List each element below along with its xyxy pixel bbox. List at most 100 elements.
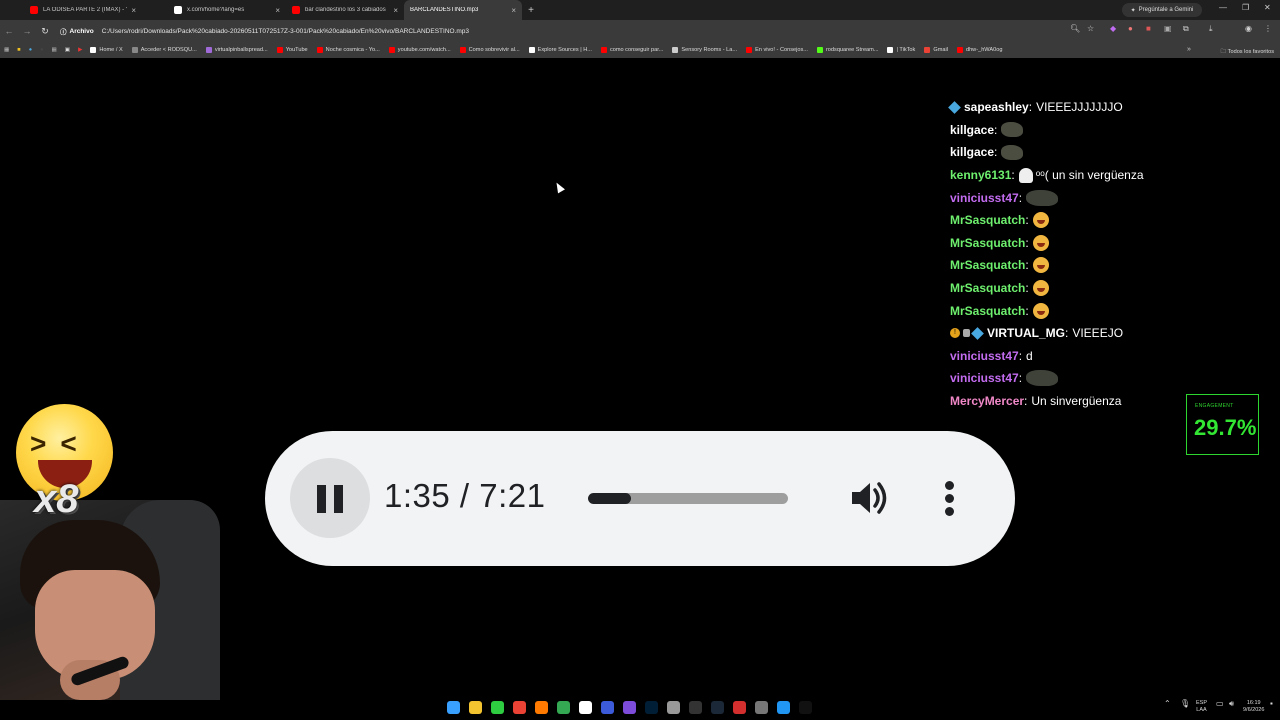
window-close-icon[interactable]: ✕: [1264, 3, 1271, 12]
reload-icon[interactable]: ↻: [36, 26, 54, 37]
bookmark-icon[interactable]: ▶: [78, 47, 82, 53]
white-app-icon[interactable]: [579, 701, 592, 714]
bookmark-icon[interactable]: ●: [29, 47, 32, 53]
chat-username[interactable]: MrSasquatch: [950, 213, 1025, 227]
chat-username[interactable]: MrSasquatch: [950, 236, 1025, 250]
chat-username[interactable]: killgace: [950, 123, 994, 137]
forward-icon[interactable]: →: [18, 26, 36, 36]
chat-username[interactable]: MercyMercer: [950, 394, 1024, 408]
chat-username[interactable]: viniciusst47: [950, 349, 1019, 363]
chat-message: killgace:: [950, 119, 1270, 142]
pause-button[interactable]: [290, 458, 370, 538]
bookmark-item[interactable]: Home / X: [90, 47, 123, 53]
minimize-icon[interactable]: —: [1219, 3, 1227, 12]
chevron-right-icon[interactable]: »: [1187, 46, 1191, 53]
chat-username[interactable]: MrSasquatch: [950, 281, 1025, 295]
obs-icon[interactable]: [689, 701, 702, 714]
chat-username[interactable]: viniciusst47: [950, 191, 1019, 205]
bookmark-item[interactable]: En vivo! - Consejos...: [746, 47, 808, 53]
capcut-icon[interactable]: [799, 701, 812, 714]
tab-1[interactable]: LA ODISEA PARTE 2 (IMAX) - Yo ×: [24, 0, 142, 20]
bookmark-item[interactable]: rodsquaree Stream...: [816, 47, 878, 53]
extension-icon[interactable]: ▣: [1164, 24, 1172, 33]
new-tab-button[interactable]: +: [522, 5, 540, 16]
bookmark-list: Home / X Acceder < RODSQU... virtualpinbal…: [90, 47, 1011, 53]
bookmark-icon[interactable]: ▦: [51, 47, 56, 53]
network-icon[interactable]: ▭: [1216, 700, 1224, 708]
bookmark-icon[interactable]: ▣: [65, 47, 70, 53]
bookmark-item[interactable]: Noche cosmica - Yo...: [316, 47, 380, 53]
grid-app-icon[interactable]: [623, 701, 636, 714]
steam-icon[interactable]: [711, 701, 724, 714]
extension-icon[interactable]: ◆: [1110, 24, 1116, 33]
menu-dots-icon[interactable]: ⋮: [1264, 24, 1272, 33]
chrome-alt-icon[interactable]: [557, 701, 570, 714]
bookmark-item[interactable]: youtube.com/watch...: [388, 47, 451, 53]
bookmark-item[interactable]: Gmail: [924, 47, 948, 53]
maximize-icon[interactable]: ❐: [1242, 3, 1249, 12]
tray-chevron-icon[interactable]: ⌃: [1164, 700, 1171, 708]
bookmark-label: Gmail: [933, 47, 948, 53]
extension-icon[interactable]: ●: [1128, 24, 1133, 33]
bookmark-item[interactable]: Acceder < RODSQU...: [131, 47, 197, 53]
chat-username[interactable]: sapeashley: [964, 100, 1029, 114]
chat-username[interactable]: MrSasquatch: [950, 304, 1025, 318]
clock[interactable]: 16:19 9/6/2026: [1243, 700, 1264, 714]
green-app-icon[interactable]: [491, 701, 504, 714]
bookmark-item[interactable]: | TikTok: [887, 47, 915, 53]
tab-4-active[interactable]: BARCLANDESTINO.mp3 ×: [404, 0, 522, 20]
more-options-icon[interactable]: [943, 481, 957, 517]
gemini-button[interactable]: ✦ Pregúntale a Gemini: [1122, 3, 1202, 17]
language-indicator[interactable]: ESP LAA: [1196, 700, 1207, 714]
chat-username[interactable]: kenny6131: [950, 168, 1011, 182]
chat-username[interactable]: viniciusst47: [950, 371, 1019, 385]
windows-start-icon[interactable]: [447, 701, 460, 714]
url-text: C:/Users/rodri/Downloads/Pack%20cabiado-…: [101, 27, 470, 35]
bookmark-favicon-icon: [131, 47, 138, 53]
notification-icon[interactable]: ▪: [1270, 700, 1273, 708]
close-icon[interactable]: ×: [511, 6, 516, 15]
settings-icon[interactable]: [755, 701, 768, 714]
close-icon[interactable]: ×: [393, 6, 398, 15]
bookmark-item[interactable]: Como sobrevivir al...: [459, 47, 520, 53]
speaker-tray-icon[interactable]: 🔊︎: [1229, 700, 1234, 708]
extensions-puzzle-icon[interactable]: ⧉: [1183, 24, 1189, 34]
chat-username[interactable]: killgace: [950, 145, 994, 159]
blue-app-icon[interactable]: [777, 701, 790, 714]
close-icon[interactable]: ×: [131, 6, 136, 15]
chrome-icon[interactable]: [513, 701, 526, 714]
red-app-icon[interactable]: [733, 701, 746, 714]
bookmark-item[interactable]: Sensory Rooms - La...: [672, 47, 737, 53]
chat-text: d: [1026, 348, 1033, 363]
bookmark-item[interactable]: YouTube: [276, 47, 308, 53]
all-bookmarks-folder[interactable]: 🗀 Todos los favoritos: [1221, 47, 1274, 57]
file-origin-chip[interactable]: ⓘ Archivo: [60, 26, 94, 37]
bookmark-star-icon[interactable]: ☆: [1087, 24, 1094, 33]
search-app-icon[interactable]: [535, 701, 548, 714]
bookmark-item[interactable]: dhw-_hWA0og: [956, 47, 1002, 53]
bookmark-icon[interactable]: ●: [40, 47, 43, 53]
photoshop-icon[interactable]: [645, 701, 658, 714]
seek-slider[interactable]: [588, 493, 788, 504]
tab-3[interactable]: bar clandestino los 3 cabiados ×: [286, 0, 404, 20]
camera-app-icon[interactable]: [667, 701, 680, 714]
microphone-tray-icon[interactable]: 🎙︎: [1180, 700, 1190, 708]
zoom-icon[interactable]: 🔍︎: [1070, 24, 1080, 33]
bookmark-icon[interactable]: ■: [17, 47, 20, 53]
chat-username[interactable]: MrSasquatch: [950, 258, 1025, 272]
apps-grid-icon[interactable]: ▦: [4, 47, 9, 53]
volume-icon[interactable]: [850, 479, 890, 517]
extension-icon[interactable]: ■: [1146, 24, 1151, 33]
chat-username[interactable]: VIRTUAL_MG: [987, 326, 1065, 340]
profile-icon[interactable]: ◉: [1245, 24, 1252, 33]
bookmark-item[interactable]: como conseguir par...: [600, 47, 663, 53]
back-icon[interactable]: ←: [0, 26, 18, 36]
bookmark-item[interactable]: Explore Sources | H...: [528, 47, 592, 53]
v-app-icon[interactable]: [601, 701, 614, 714]
url-input[interactable]: ⓘ Archivo C:/Users/rodri/Downloads/Pack%…: [60, 23, 1090, 39]
download-icon[interactable]: ⤓: [1209, 24, 1213, 34]
file-explorer-icon[interactable]: [469, 701, 482, 714]
bookmark-item[interactable]: virtualpinballspread...: [205, 47, 268, 53]
close-icon[interactable]: ×: [275, 6, 280, 15]
tab-2[interactable]: x.com/home?lang=es ×: [168, 0, 286, 20]
